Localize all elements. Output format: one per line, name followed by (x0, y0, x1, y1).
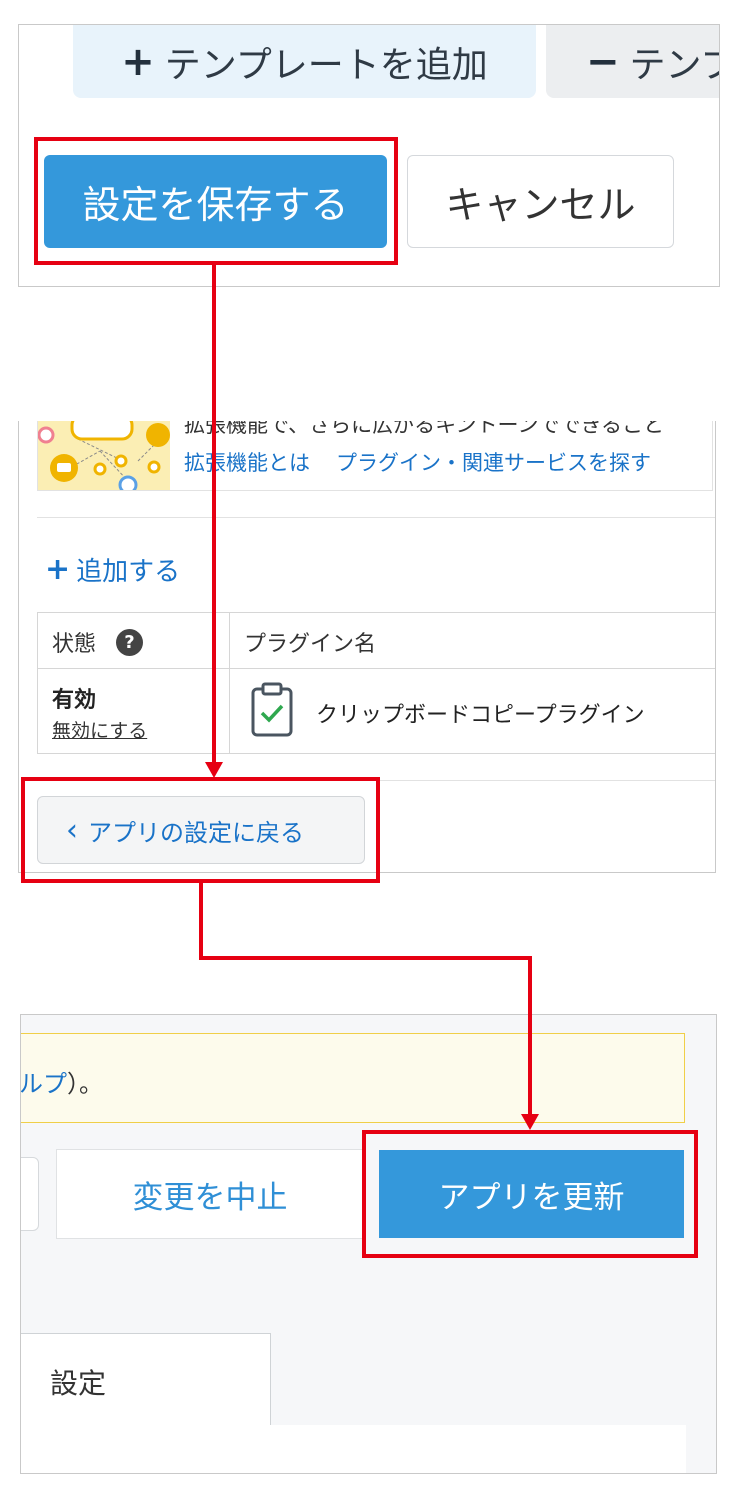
clipboard-check-icon (250, 682, 294, 738)
add-plugin-button[interactable]: + 追加する (45, 551, 180, 588)
remove-template-label: テンプ (629, 44, 719, 86)
network-illustration-icon (38, 421, 170, 490)
disable-link[interactable]: 無効にする (52, 716, 147, 743)
help-link[interactable]: ルプ (21, 1070, 67, 1098)
tab-settings[interactable]: 設定 (21, 1333, 271, 1429)
banner-illustration (38, 421, 170, 490)
cancel-button[interactable]: キャンセル (407, 155, 674, 248)
plugin-name-header: プラグイン名 (244, 632, 377, 657)
notice-suffix: ）。 (67, 1070, 103, 1098)
status-enabled: 有効 (52, 688, 97, 713)
plus-icon: + (121, 38, 155, 85)
banner-heading: 拡張機能で、さらに広がるキントーンでできること (184, 421, 665, 437)
settings-content (21, 1425, 686, 1473)
status-header: 状態 ? (52, 626, 144, 658)
search-plugins-link[interactable]: プラグイン・関連サービスを探す (336, 451, 651, 475)
notice-text: ルプ）。 (21, 1064, 103, 1099)
highlight-save-button (34, 137, 398, 265)
table-column-divider (229, 613, 230, 753)
partial-button[interactable] (21, 1157, 39, 1231)
notice-box: ルプ）。 (21, 1033, 685, 1123)
plus-icon: + (45, 552, 71, 587)
highlight-update-button (362, 1130, 698, 1258)
add-template-label: テンプレートを追加 (164, 44, 488, 86)
discard-changes-button[interactable]: 変更を中止 (56, 1149, 364, 1239)
minus-icon: − (586, 38, 620, 85)
remove-template-button[interactable]: − テンプ (546, 25, 719, 98)
add-plugin-label: 追加する (76, 557, 181, 587)
divider (37, 517, 715, 518)
help-icon[interactable]: ? (116, 628, 144, 656)
status-header-label: 状態 (52, 632, 97, 657)
plugin-table: 状態 ? プラグイン名 有効 無効にする クリップボードコピープラグイン (37, 612, 715, 754)
table-row-divider (38, 668, 715, 669)
plugin-name: クリップボードコピープラグイン (316, 703, 645, 728)
add-template-button[interactable]: + テンプレートを追加 (73, 25, 536, 98)
banner-links: 拡張機能とは プラグイン・関連サービスを探す (184, 447, 651, 477)
highlight-back-button (21, 777, 380, 883)
about-extensions-link[interactable]: 拡張機能とは (184, 451, 310, 475)
extensions-banner: 拡張機能で、さらに広がるキントーンでできること 拡張機能とは プラグイン・関連サー… (37, 421, 713, 491)
